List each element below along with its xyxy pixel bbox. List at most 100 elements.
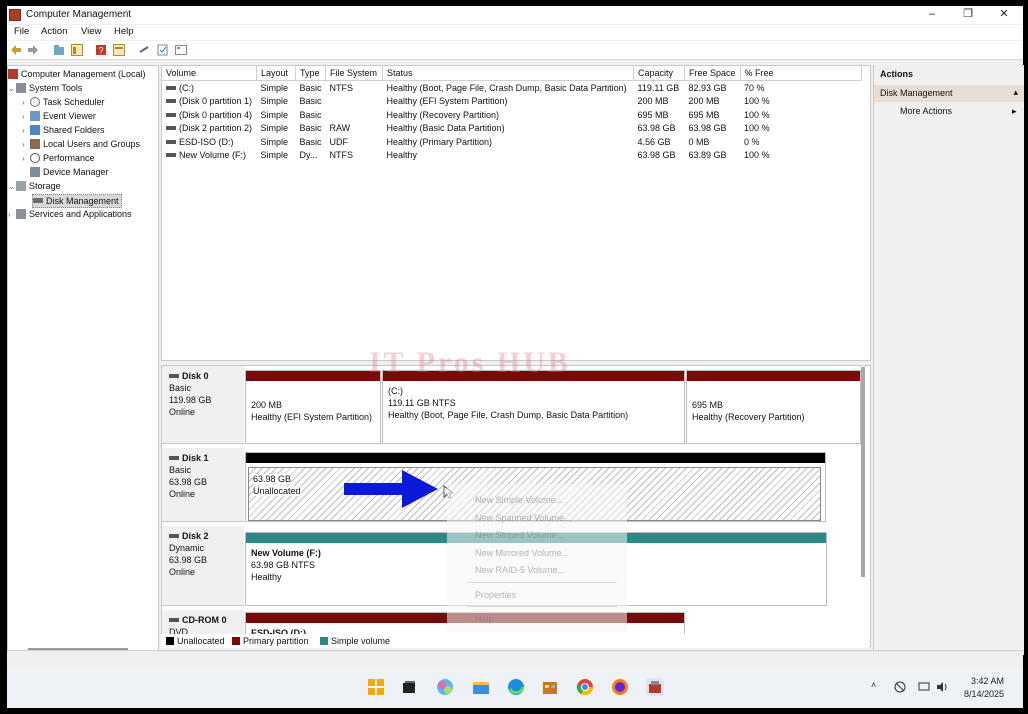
chevron-right-icon[interactable]: › <box>22 97 30 109</box>
column-type[interactable]: Type <box>295 66 327 81</box>
store-icon[interactable] <box>541 678 559 696</box>
tree-system-tools[interactable]: ⌄ System Tools <box>8 82 82 95</box>
tree-local-users[interactable]: › Local Users and Groups <box>22 138 140 151</box>
tree-event-viewer[interactable]: › Event Viewer <box>22 110 96 123</box>
volume-row[interactable]: (Disk 0 partition 1) Simple Basic Healthy (… <box>162 95 861 109</box>
chevron-right-icon[interactable]: › <box>22 153 30 165</box>
column-capacity[interactable]: Capacity <box>633 66 686 81</box>
menu-new-striped-volume[interactable]: New Striped Volume... <box>475 530 564 540</box>
menu-file[interactable]: File <box>14 26 29 37</box>
tree-disk-management[interactable]: Disk Management <box>32 194 122 208</box>
volume-cell: 100 % <box>740 122 861 136</box>
disk-view-scrollbar[interactable] <box>861 367 865 577</box>
volume-cell: Basic <box>296 95 326 109</box>
menu-new-simple-volume[interactable]: New Simple Volume... <box>475 495 563 505</box>
volume-cell-text: Simple <box>260 109 289 120</box>
tree-task-scheduler[interactable]: › Task Scheduler <box>22 96 105 109</box>
volume-cell: 100 % <box>740 149 861 163</box>
tools-icon <box>16 83 26 93</box>
volume-cell-text: 119.11 GB <box>637 82 680 93</box>
help-icon[interactable]: ? <box>95 44 107 56</box>
volume-row[interactable]: (C:) Simple Basic NTFS Healthy (Boot, Page F… <box>162 81 861 95</box>
chevron-right-icon[interactable]: › <box>22 111 30 123</box>
chevron-down-icon[interactable]: ⌄ <box>8 83 16 95</box>
connect-icon[interactable] <box>139 44 151 56</box>
tree-performance[interactable]: › Performance <box>22 152 95 165</box>
maximize-button[interactable]: ❐ <box>953 7 983 21</box>
menu-new-mirrored-volume[interactable]: New Mirrored Volume... <box>475 548 569 558</box>
disk-0-efi-partition[interactable]: 200 MB Healthy (EFI System Partition) <box>245 370 381 444</box>
volume-row[interactable]: ESD-ISO (D:) Simple Basic UDF Healthy (Prima… <box>162 135 861 149</box>
column-status[interactable]: Status <box>382 66 635 81</box>
volume-row[interactable]: New Volume (F:) Simple Dy... NTFS Healthy 63.… <box>162 149 861 163</box>
clock-date[interactable]: 8/14/2025 <box>964 689 1004 699</box>
disk-1-label[interactable]: Disk 1 Basic 63.98 GB Online <box>162 448 244 522</box>
tree-device-manager[interactable]: Device Manager <box>30 166 109 178</box>
start-icon[interactable] <box>367 678 385 696</box>
column-free-space[interactable]: Free Space <box>684 66 741 81</box>
forward-icon[interactable] <box>27 44 39 56</box>
menu-view[interactable]: View <box>81 26 101 37</box>
menu-new-raid5-volume[interactable]: New RAID-5 Volume... <box>475 565 565 575</box>
chrome-icon[interactable] <box>576 678 594 696</box>
column-volume[interactable]: Volume <box>162 66 257 81</box>
collapse-icon[interactable]: ▴ <box>1013 87 1018 98</box>
column-layout[interactable]: Layout <box>256 66 296 81</box>
tree-root[interactable]: Computer Management (Local) <box>8 68 146 80</box>
view-icon[interactable] <box>175 44 187 56</box>
disk-0-label[interactable]: Disk 0 Basic 119.98 GB Online <box>162 366 244 444</box>
show-hidden-icons-icon[interactable]: ˄ <box>871 680 876 690</box>
tree-storage[interactable]: ⌄ Storage <box>8 180 61 193</box>
edge-icon[interactable] <box>507 678 525 696</box>
display-icon[interactable] <box>918 681 930 693</box>
chevron-right-icon[interactable]: › <box>22 139 30 151</box>
volume-cell: 63.98 GB <box>634 122 685 136</box>
minimize-button[interactable]: – <box>917 7 947 21</box>
chevron-right-icon[interactable]: › <box>8 209 16 221</box>
column-file-system[interactable]: File System <box>325 66 384 81</box>
checklist-icon[interactable] <box>157 44 169 56</box>
computer-management-taskbar-icon[interactable] <box>646 678 664 696</box>
disk-2-label[interactable]: Disk 2 Dynamic 63.98 GB Online <box>162 526 244 606</box>
menu-help[interactable]: Help <box>114 26 134 37</box>
volume-cell: NTFS <box>326 149 383 163</box>
actions-section-disk-management[interactable]: Disk Management ▴ <box>874 85 1024 102</box>
volume-cell-text: 82.93 GB <box>688 82 727 93</box>
menu-bar: File Action View Help <box>7 25 1023 40</box>
copilot-icon[interactable] <box>436 678 454 696</box>
more-actions[interactable]: More Actions ▸ <box>900 106 1017 116</box>
volume-cell-text: Healthy (Basic Data Partition) <box>386 123 505 134</box>
clock-time[interactable]: 3:42 AM <box>971 676 1004 686</box>
volume-icon[interactable] <box>936 681 948 693</box>
volume-cell: ESD-ISO (D:) <box>162 135 257 149</box>
menu-action[interactable]: Action <box>41 26 67 37</box>
show-hide-tree-icon[interactable] <box>71 44 83 56</box>
chevron-down-icon[interactable]: ⌄ <box>8 181 16 193</box>
storage-icon <box>16 181 26 191</box>
chevron-right-icon[interactable]: › <box>22 125 30 137</box>
task-view-icon[interactable] <box>400 678 418 696</box>
menu-properties[interactable]: Properties <box>475 590 516 600</box>
file-explorer-icon[interactable] <box>472 678 490 696</box>
up-folder-icon[interactable] <box>53 44 65 56</box>
close-button[interactable]: ✕ <box>989 7 1019 21</box>
volume-cell: New Volume (F:) <box>162 149 257 163</box>
volume-cell: Basic <box>296 122 326 136</box>
properties-icon[interactable] <box>113 44 125 56</box>
firefox-icon[interactable] <box>611 678 629 696</box>
volume-cell-text: 100 % <box>744 109 770 120</box>
volume-row[interactable]: (Disk 0 partition 4) Simple Basic Healthy (… <box>162 108 861 122</box>
menu-help[interactable]: Help <box>475 614 494 624</box>
volume-cell-text: Healthy (EFI System Partition) <box>386 96 508 107</box>
disk-0-recovery-partition[interactable]: 695 MB Healthy (Recovery Partition) <box>686 370 861 444</box>
menu-new-spanned-volume[interactable]: New Spanned Volume... <box>475 513 572 523</box>
network-icon[interactable] <box>894 681 906 693</box>
back-icon[interactable] <box>10 44 22 56</box>
column-percent-free[interactable]: % Free <box>740 66 862 81</box>
volume-cell-text: (Disk 0 partition 1) <box>179 96 253 107</box>
tree-shared-folders[interactable]: › Shared Folders <box>22 124 105 137</box>
volume-row[interactable]: (Disk 2 partition 2) Simple Basic RAW Health… <box>162 122 861 136</box>
disk-0-c-partition[interactable]: (C:) 119.11 GB NTFS Healthy (Boot, Page Fi… <box>382 370 685 444</box>
volume-table: Volume Layout Type File System Status Ca… <box>162 66 862 162</box>
tree-services-apps[interactable]: › Services and Applications <box>8 208 132 221</box>
